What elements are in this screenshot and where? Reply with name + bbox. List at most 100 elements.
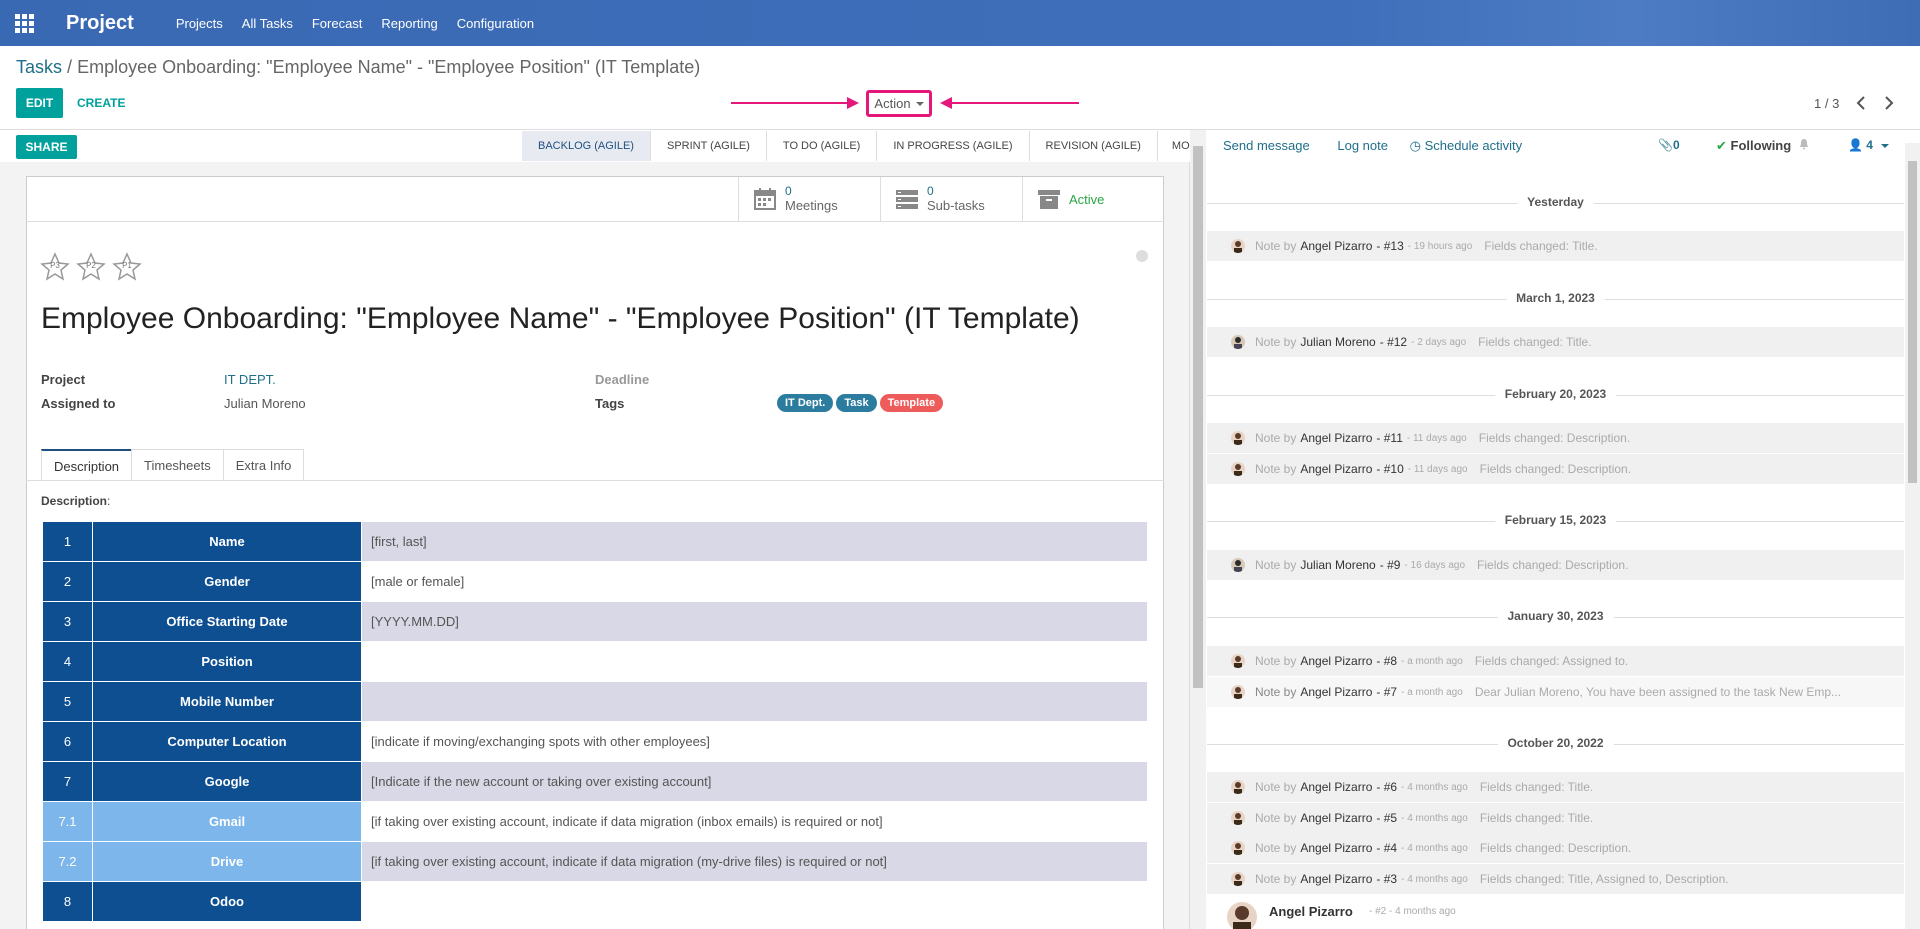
note-author[interactable]: Angel Pizarro: [1300, 811, 1372, 825]
note-author[interactable]: Julian Moreno: [1300, 335, 1375, 349]
note-author[interactable]: Angel Pizarro: [1300, 780, 1372, 794]
nav-reporting[interactable]: Reporting: [381, 16, 437, 31]
breadcrumb-tasks-link[interactable]: Tasks: [16, 57, 62, 77]
archive-icon: [1038, 190, 1060, 209]
stage-to-do[interactable]: TO DO (AGILE): [767, 131, 878, 161]
note-prefix: Note by: [1255, 780, 1297, 794]
stage-in-progress[interactable]: IN PROGRESS (AGILE): [877, 131, 1030, 161]
date-separator-label: March 1, 2023: [1506, 291, 1605, 305]
attachments-button[interactable]: 📎0: [1658, 138, 1680, 152]
priority-star-icon[interactable]: P3: [40, 252, 70, 282]
note-author[interactable]: Angel Pizarro: [1300, 462, 1372, 476]
chatter-note: Note by Angel Pizarro - #7- a month ago Dea…: [1207, 677, 1904, 707]
following-button[interactable]: ✔ Following: [1716, 138, 1791, 154]
avatar[interactable]: [1231, 872, 1245, 886]
message-author[interactable]: Angel Pizarro: [1269, 904, 1353, 919]
avatar[interactable]: [1231, 558, 1245, 572]
avatar[interactable]: [1231, 431, 1245, 445]
send-message-button[interactable]: Send message: [1223, 138, 1310, 153]
avatar[interactable]: [1231, 811, 1245, 825]
row-field-name: Name: [92, 521, 362, 562]
nav-configuration[interactable]: Configuration: [457, 16, 534, 31]
note-author[interactable]: Angel Pizarro: [1300, 685, 1372, 699]
avatar[interactable]: [1231, 841, 1245, 855]
deadline-label: Deadline: [595, 372, 650, 387]
date-separator-label: October 20, 2022: [1497, 736, 1614, 750]
annotation-arrow-left-head: [940, 97, 952, 109]
chatter-note: Note by Angel Pizarro - #5- 4 months ago Fi…: [1207, 803, 1904, 833]
chatter-note: Note by Angel Pizarro - #8- a month ago Fie…: [1207, 646, 1904, 676]
chatter-note: Note by Angel Pizarro - #3- 4 months ago Fi…: [1207, 864, 1904, 894]
note-change: Fields changed: Title.: [1484, 239, 1598, 253]
priority-star-icon[interactable]: P1: [112, 252, 142, 282]
tags-field[interactable]: IT Dept. Task Template: [777, 394, 944, 412]
tag-badge[interactable]: Template: [879, 394, 944, 412]
bell-icon[interactable]: [1798, 138, 1810, 150]
share-button[interactable]: SHARE: [16, 135, 77, 159]
avatar[interactable]: [1227, 902, 1257, 929]
calendar-icon: [754, 188, 776, 210]
project-value[interactable]: IT DEPT.: [224, 372, 276, 387]
avatar[interactable]: [1231, 685, 1245, 699]
tab-extra-info[interactable]: Extra Info: [222, 449, 305, 481]
date-separator: January 30, 2023: [1207, 607, 1904, 627]
note-timestamp: - 4 months ago: [1401, 873, 1468, 885]
note-prefix: Note by: [1255, 239, 1297, 253]
row-number: 1: [42, 521, 93, 562]
note-author[interactable]: Julian Moreno: [1300, 558, 1375, 572]
app-brand[interactable]: Project: [66, 12, 134, 35]
priority-star-icon[interactable]: P2: [76, 252, 106, 282]
apps-menu-icon[interactable]: [0, 0, 48, 46]
avatar[interactable]: [1231, 654, 1245, 668]
note-author[interactable]: Angel Pizarro: [1300, 872, 1372, 886]
note-timestamp: - 4 months ago: [1401, 781, 1468, 793]
followers-button[interactable]: 👤 4: [1848, 138, 1889, 152]
meetings-smart-button[interactable]: 0 Meetings: [738, 177, 880, 221]
chatter-note: Note by Julian Moreno - #9- 16 days ago Fie…: [1207, 550, 1904, 580]
tag-badge[interactable]: IT Dept.: [777, 394, 834, 412]
action-dropdown-button[interactable]: Action: [866, 90, 932, 117]
assigned-to-value[interactable]: Julian Moreno: [224, 396, 306, 411]
task-title[interactable]: Employee Onboarding: "Employee Name" - "…: [41, 302, 1080, 336]
stage-backlog[interactable]: BACKLOG (AGILE): [522, 131, 651, 161]
tag-badge[interactable]: Task: [836, 394, 877, 412]
check-icon: ✔: [1716, 138, 1727, 153]
tab-timesheets[interactable]: Timesheets: [131, 449, 224, 481]
note-timestamp: - 16 days ago: [1404, 559, 1466, 571]
breadcrumb-current: Employee Onboarding: "Employee Name" - "…: [77, 57, 701, 77]
row-number: 3: [42, 601, 93, 642]
stage-sprint[interactable]: SPRINT (AGILE): [651, 131, 767, 161]
log-note-button[interactable]: Log note: [1337, 138, 1388, 153]
kanban-state-indicator[interactable]: [1136, 250, 1148, 262]
nav-projects[interactable]: Projects: [176, 16, 223, 31]
chatter-scrollbar-thumb[interactable]: [1908, 161, 1917, 483]
subtasks-smart-button[interactable]: 0 Sub-tasks: [880, 177, 1022, 221]
active-label: Active: [1069, 191, 1105, 207]
note-prefix: Note by: [1255, 558, 1297, 572]
nav-all-tasks[interactable]: All Tasks: [242, 16, 293, 31]
stage-revision[interactable]: REVISION (AGILE): [1030, 131, 1158, 161]
nav-forecast[interactable]: Forecast: [312, 16, 363, 31]
chatter-scrollbar[interactable]: [1905, 143, 1920, 929]
schedule-activity-button[interactable]: ◷ Schedule activity: [1410, 138, 1523, 153]
note-author[interactable]: Angel Pizarro: [1300, 654, 1372, 668]
notebook-tabs: Description Timesheets Extra Info: [41, 449, 305, 481]
avatar[interactable]: [1231, 239, 1245, 253]
note-author[interactable]: Angel Pizarro: [1300, 239, 1372, 253]
create-button[interactable]: CREATE: [77, 96, 125, 110]
annotation-arrow-left-line: [731, 102, 849, 104]
note-author[interactable]: Angel Pizarro: [1300, 431, 1372, 445]
row-field-value: [361, 681, 1148, 722]
pager-next-icon[interactable]: [1881, 93, 1897, 113]
avatar[interactable]: [1231, 462, 1245, 476]
pager-previous-icon[interactable]: [1853, 93, 1869, 113]
avatar[interactable]: [1231, 780, 1245, 794]
active-toggle-button[interactable]: Active: [1022, 177, 1164, 221]
row-field-value: [if taking over existing account, indica…: [361, 801, 1148, 842]
note-author[interactable]: Angel Pizarro: [1300, 841, 1372, 855]
edit-button[interactable]: EDIT: [16, 88, 63, 118]
avatar[interactable]: [1231, 335, 1245, 349]
tab-description[interactable]: Description: [41, 449, 133, 481]
form-scrollbar-thumb[interactable]: [1193, 146, 1203, 688]
form-scrollbar[interactable]: [1190, 130, 1206, 929]
